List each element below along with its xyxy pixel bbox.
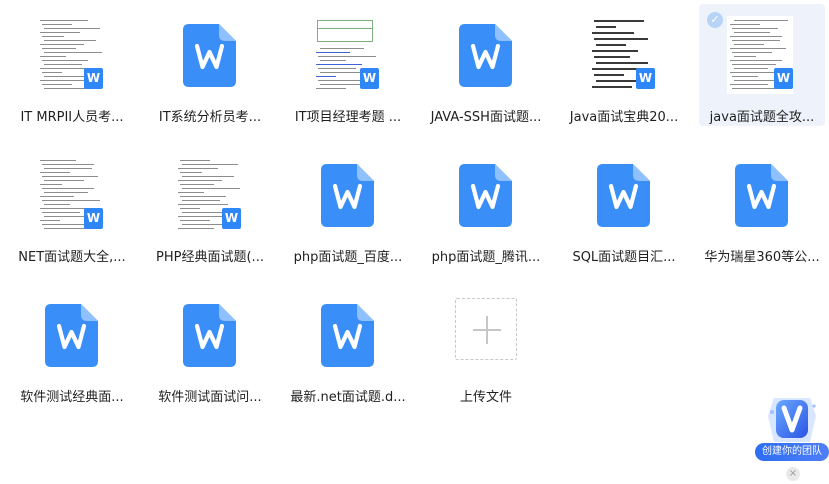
upload-label: 上传文件: [459, 390, 512, 405]
word-document-icon: [321, 304, 374, 367]
file-name: 软件测试经典面...: [20, 390, 124, 405]
file-item[interactable]: W Java面试宝典20...: [561, 4, 687, 126]
word-document-icon: [597, 164, 650, 227]
file-name: SQL面试题目汇...: [572, 250, 676, 265]
file-item[interactable]: W IT MRPII人员考...: [9, 4, 135, 126]
file-name: java面试题全攻...: [709, 110, 815, 125]
file-item[interactable]: SQL面试题目汇...: [561, 144, 687, 266]
selected-check-icon[interactable]: ✓: [707, 12, 723, 28]
word-badge-icon: W: [774, 68, 793, 89]
word-document-icon: [459, 164, 512, 227]
plus-icon[interactable]: [455, 298, 517, 360]
file-name: IT MRPII人员考...: [20, 110, 124, 125]
file-name: JAVA-SSH面试题...: [430, 110, 542, 125]
file-name: php面试题_腾讯...: [431, 250, 541, 265]
create-team-label[interactable]: 创建你的团队: [755, 443, 829, 461]
file-name: php面试题_百度...: [293, 250, 403, 265]
word-document-icon: [183, 24, 236, 87]
file-name: 最新.net面试题.d...: [290, 390, 406, 405]
file-item[interactable]: php面试题_腾讯...: [423, 144, 549, 266]
word-badge-icon: W: [84, 208, 103, 229]
word-document-icon: [735, 164, 788, 227]
file-item[interactable]: 华为瑞星360等公...: [699, 144, 825, 266]
word-document-icon: [183, 304, 236, 367]
file-name: IT系统分析员考...: [158, 110, 262, 125]
close-icon[interactable]: ×: [786, 467, 800, 481]
word-document-icon: [321, 164, 374, 227]
upload-file-button[interactable]: 上传文件: [423, 284, 549, 406]
file-name: PHP经典面试题(...: [156, 250, 264, 265]
file-item[interactable]: JAVA-SSH面试题...: [423, 4, 549, 126]
file-item[interactable]: W NET面试题大全,...: [9, 144, 135, 266]
file-item[interactable]: W IT项目经理考题 ...: [285, 4, 411, 126]
v-badge-icon[interactable]: [764, 392, 820, 448]
file-item[interactable]: IT系统分析员考...: [147, 4, 273, 126]
file-item[interactable]: 软件测试经典面...: [9, 284, 135, 406]
file-name: NET面试题大全,...: [18, 250, 126, 265]
file-item[interactable]: 最新.net面试题.d...: [285, 284, 411, 406]
file-item[interactable]: php面试题_百度...: [285, 144, 411, 266]
file-name: 软件测试面试问...: [158, 390, 262, 405]
word-badge-icon: W: [636, 68, 655, 89]
file-name: IT项目经理考题 ...: [294, 110, 402, 125]
file-item[interactable]: 软件测试面试问...: [147, 284, 273, 406]
word-document-icon: [45, 304, 98, 367]
word-document-icon: [459, 24, 512, 87]
word-badge-icon: W: [360, 68, 379, 89]
create-team-promo[interactable]: 创建你的团队 ×: [755, 390, 829, 484]
word-badge-icon: W: [84, 68, 103, 89]
file-grid: W IT MRPII人员考... IT系统分析员考... W IT项目经理考题 ... J…: [0, 0, 829, 484]
file-item[interactable]: W ✓ java面试题全攻...: [699, 4, 825, 126]
file-item[interactable]: W PHP经典面试题(...: [147, 144, 273, 266]
file-name: 华为瑞星360等公...: [704, 250, 820, 265]
word-badge-icon: W: [222, 208, 241, 229]
file-name: Java面试宝典20...: [569, 110, 679, 125]
